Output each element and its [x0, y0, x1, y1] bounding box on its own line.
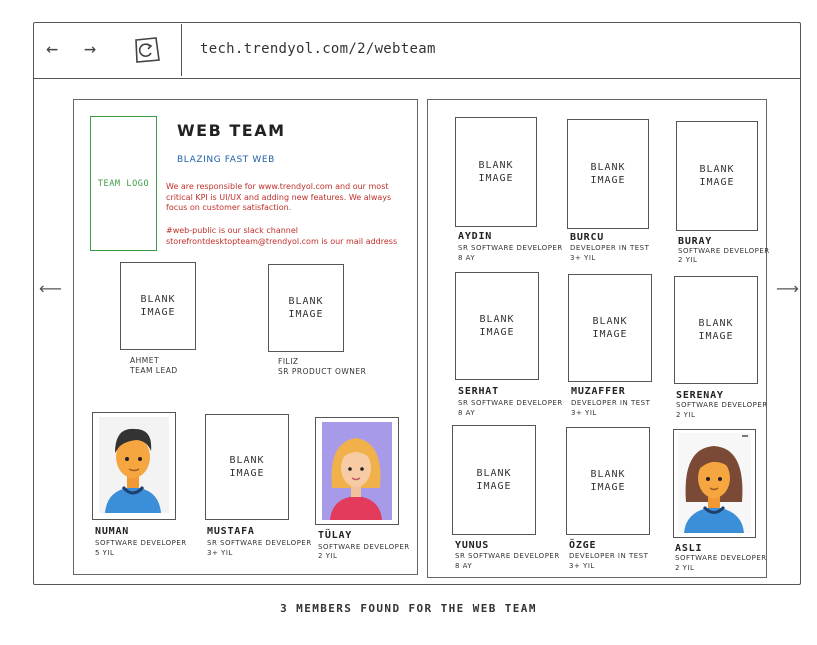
member-tenure: 3+ YIL	[571, 409, 597, 417]
member-role: SOFTWARE DEVELOPER	[676, 401, 768, 409]
male-avatar-icon	[99, 417, 169, 513]
leader-role: TEAM LEAD	[130, 366, 178, 375]
member-tenure: 5 YIL	[95, 549, 115, 557]
prev-arrow-icon[interactable]: ⟵	[39, 279, 62, 298]
team-title: WEB TEAM	[177, 121, 286, 140]
member-role: SR SOFTWARE DEVELOPER	[458, 244, 563, 252]
member-role: SOFTWARE DEVELOPER	[675, 554, 767, 562]
member-tenure: 8 AY	[458, 254, 476, 262]
member-name: MUSTAFA	[207, 526, 255, 537]
member-photo-placeholder: BLANK IMAGE	[567, 119, 649, 229]
member-name: SERHAT	[458, 386, 499, 397]
member-tenure: 3+ YIL	[569, 562, 595, 570]
address-separator	[181, 24, 182, 76]
member-name: YUNUS	[455, 540, 490, 551]
leader-name: FILIZ	[278, 357, 299, 366]
back-arrow-icon[interactable]: ←	[46, 36, 58, 60]
member-photo-placeholder: BLANK IMAGE	[674, 276, 758, 384]
member-tenure: 2 YIL	[318, 552, 338, 560]
leader-photo-placeholder: BLANK IMAGE	[120, 262, 196, 350]
member-tenure: 8 AY	[458, 409, 476, 417]
team-logo-label: TEAM LOGO	[97, 178, 150, 189]
member-tenure: 2 YIL	[676, 411, 696, 419]
leader-role: SR PRODUCT OWNER	[278, 367, 367, 376]
results-count-text: 3 MEMBERS FOUND FOR THE WEB TEAM	[280, 602, 537, 615]
member-photo-placeholder: BLANK IMAGE	[452, 425, 536, 535]
slack-channel-text: #web-public is our slack channel	[166, 226, 298, 235]
member-name: ÖZGE	[569, 540, 597, 551]
member-name: SERENAY	[676, 390, 724, 401]
member-role: DEVELOPER IN TEST	[570, 244, 650, 252]
member-photo-placeholder: BLANK IMAGE	[676, 121, 758, 231]
team-description: We are responsible for www.trendyol.com …	[166, 182, 392, 212]
next-arrow-icon[interactable]: ⟶	[776, 279, 799, 298]
member-tenure: 8 AY	[455, 562, 473, 570]
member-name: BURAY	[678, 236, 713, 247]
member-name: MUZAFFER	[571, 386, 626, 397]
member-role: SR SOFTWARE DEVELOPER	[458, 399, 563, 407]
member-role: SOFTWARE DEVELOPER	[95, 539, 187, 547]
female-avatar-icon	[322, 422, 392, 520]
female-avatar-icon	[678, 433, 751, 533]
member-role: DEVELOPER IN TEST	[571, 399, 651, 407]
member-photo-placeholder: BLANK IMAGE	[568, 274, 652, 382]
member-name: NUMAN	[95, 526, 130, 537]
member-name: AYDIN	[458, 231, 493, 242]
member-tenure: 3+ YIL	[207, 549, 233, 557]
member-photo-placeholder: BLANK IMAGE	[205, 414, 289, 520]
team-subtitle: BLAZING FAST WEB	[177, 155, 275, 165]
member-photo	[92, 412, 176, 520]
member-tenure: 2 YIL	[678, 256, 698, 264]
team-logo: TEAM LOGO	[90, 116, 157, 251]
member-photo-placeholder: BLANK IMAGE	[455, 272, 539, 380]
leader-name: AHMET	[130, 356, 160, 365]
member-photo	[315, 417, 399, 525]
member-name: TÜLAY	[318, 530, 353, 541]
member-tenure: 2 YIL	[675, 564, 695, 572]
member-role: DEVELOPER IN TEST	[569, 552, 649, 560]
mail-address-text: storefrontdesktopteam@trendyol.com is ou…	[166, 237, 398, 246]
reload-icon[interactable]	[131, 34, 163, 66]
member-role: SR SOFTWARE DEVELOPER	[455, 552, 560, 560]
member-photo	[673, 429, 756, 538]
member-photo-placeholder: BLANK IMAGE	[566, 427, 650, 535]
member-role: SOFTWARE DEVELOPER	[318, 543, 410, 551]
member-name: BURCU	[570, 232, 605, 243]
leader-photo-placeholder: BLANK IMAGE	[268, 264, 344, 352]
member-name: ASLI	[675, 543, 703, 554]
member-role: SOFTWARE DEVELOPER	[678, 247, 770, 255]
url-text[interactable]: tech.trendyol.com/2/webteam	[200, 41, 436, 57]
reload-icon-svg	[135, 37, 160, 63]
member-role: SR SOFTWARE DEVELOPER	[207, 539, 312, 547]
member-tenure: 3+ YIL	[570, 254, 596, 262]
member-photo-placeholder: BLANK IMAGE	[455, 117, 537, 227]
forward-arrow-icon[interactable]: →	[84, 36, 96, 60]
